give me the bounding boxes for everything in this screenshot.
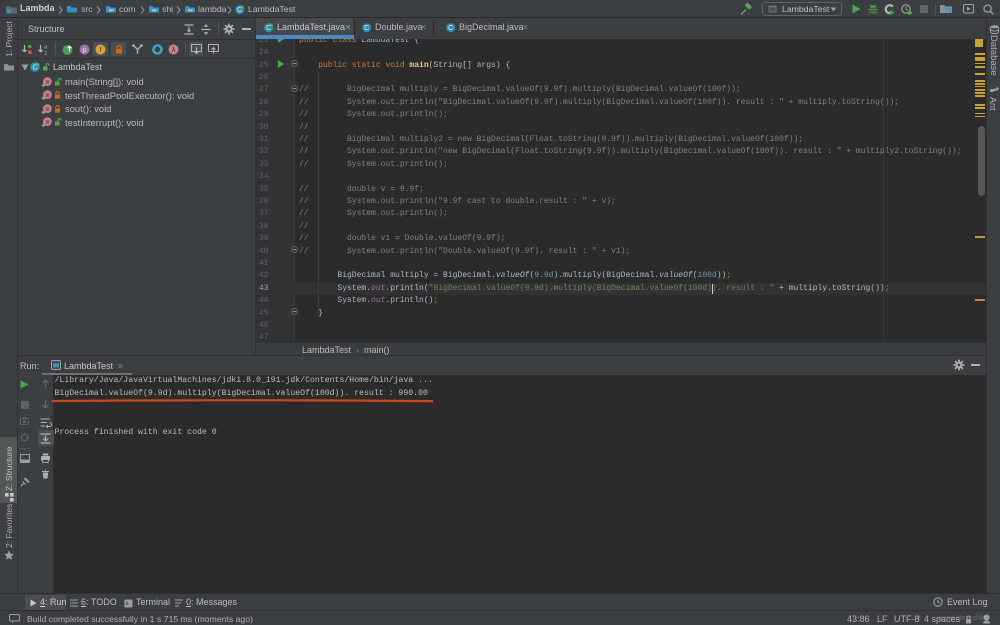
svg-text:m: m [45, 92, 49, 99]
svg-text:m: m [45, 106, 49, 113]
svg-text:p: p [82, 45, 86, 54]
svg-text:λ: λ [172, 47, 176, 54]
svg-text:C: C [364, 25, 369, 32]
svg-text:z: z [44, 50, 47, 56]
svg-text:m: m [45, 79, 49, 86]
svg-text:m: m [45, 119, 49, 126]
svg-text:C: C [448, 25, 453, 32]
